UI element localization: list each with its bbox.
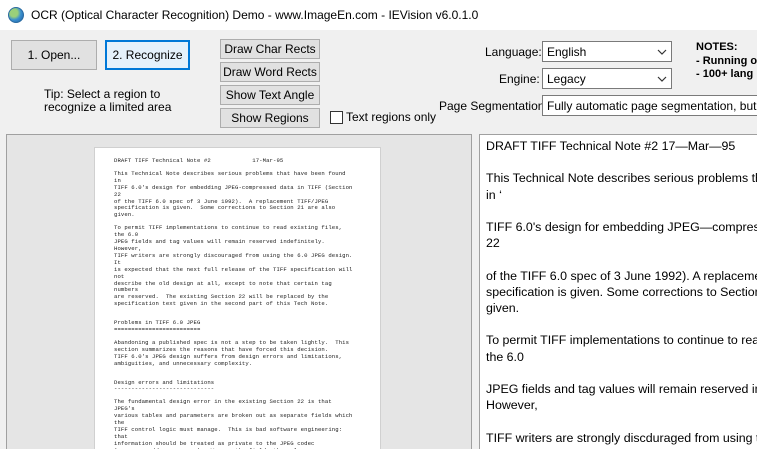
ocr-blank-line bbox=[486, 203, 757, 219]
engine-label: Engine: bbox=[499, 72, 540, 86]
show-regions-button[interactable]: Show Regions bbox=[220, 108, 320, 128]
checkbox-box[interactable] bbox=[330, 110, 343, 124]
ocr-result-text[interactable]: DRAFT TIFF Technical Note #2 17—Mar—95 Th… bbox=[479, 134, 757, 449]
ocr-blank-line bbox=[486, 316, 757, 332]
notes-line: - 100+ lang bbox=[696, 68, 754, 80]
document-line: TIFF 6.0's JPEG design suffers from desi… bbox=[114, 353, 343, 360]
document-line: ========================= bbox=[114, 327, 201, 334]
open-button[interactable]: 1. Open... bbox=[11, 40, 97, 70]
language-value: English bbox=[547, 44, 587, 59]
draw-char-rects-button[interactable]: Draw Char Rects bbox=[220, 39, 320, 59]
ocr-line: 22 bbox=[486, 236, 500, 251]
document-line: ----------------------------- bbox=[114, 386, 215, 393]
document-line: section summarizes the reasons that have… bbox=[114, 346, 329, 353]
ocr-line: TIFF 6.0's design for embedding JPEG—com… bbox=[486, 219, 757, 234]
title-bar: OCR (Optical Character Recognition) Demo… bbox=[0, 0, 757, 30]
ocr-blank-line bbox=[486, 154, 757, 170]
document-line: the bbox=[114, 420, 125, 427]
document-line: given. bbox=[114, 212, 135, 219]
globe-app-icon bbox=[8, 7, 24, 23]
ocr-line: the 6.0 bbox=[486, 349, 524, 364]
page-segmentation-value: Fully automatic page segmentation, but n… bbox=[547, 98, 757, 113]
engine-select[interactable]: Legacy bbox=[542, 68, 672, 89]
show-text-angle-button[interactable]: Show Text Angle bbox=[220, 85, 320, 105]
text-regions-only-checkbox[interactable]: Text regions only bbox=[330, 110, 436, 124]
ocr-blank-line bbox=[486, 413, 757, 429]
ocr-line: in ‘ bbox=[486, 187, 502, 202]
document-line: Problems in TIFF 6.0 JPEG bbox=[114, 320, 201, 327]
page-segmentation-label: Page Segmentation: bbox=[439, 99, 548, 113]
ocr-line: This Technical Note describes serious pr… bbox=[486, 171, 757, 186]
ocr-line: JPEG fields and tag values will remain r… bbox=[486, 381, 757, 396]
document-line: ambiguities, and unnecessary complexity. bbox=[114, 360, 253, 367]
document-line: DRAFT TIFF Technical Note #2 17-Mar-95 bbox=[114, 158, 284, 164]
language-label: Language: bbox=[485, 45, 542, 59]
tip-text: Tip: Select a region to recognize a limi… bbox=[44, 87, 172, 114]
chevron-down-icon bbox=[656, 73, 668, 85]
notes-heading: NOTES: bbox=[696, 41, 738, 53]
page-segmentation-select[interactable]: Fully automatic page segmentation, but n… bbox=[542, 95, 757, 116]
document-line: JPEG's bbox=[114, 406, 135, 413]
document-line: not bbox=[114, 273, 125, 280]
ocr-line: However, bbox=[486, 398, 538, 413]
recognize-button[interactable]: 2. Recognize bbox=[105, 40, 190, 70]
chevron-down-icon bbox=[656, 46, 668, 58]
ocr-line: TIFF writers are strongly discduraged fr… bbox=[486, 430, 757, 445]
document-line: specification is given. Some corrections… bbox=[114, 205, 336, 212]
document-line: Design errors and limitations bbox=[114, 379, 215, 386]
document-line: The fundamental design error in the exis… bbox=[114, 399, 332, 406]
document-line: that bbox=[114, 433, 128, 440]
document-line: information should be treated as private… bbox=[114, 440, 315, 447]
ocr-blank-line bbox=[486, 365, 757, 381]
engine-value: Legacy bbox=[547, 71, 586, 86]
document-line: To permit TIFF implementations to contin… bbox=[114, 225, 343, 232]
draw-word-rects-button[interactable]: Draw Word Rects bbox=[220, 62, 320, 82]
document-line: are reserved. The existing Section 22 wi… bbox=[114, 294, 329, 301]
ocr-line: DRAFT TIFF Technical Note #2 17—Mar—95 bbox=[486, 139, 736, 153]
ocr-line: given. bbox=[486, 300, 520, 315]
document-line: TIFF control logic must manage. This is … bbox=[114, 427, 343, 433]
document-line: describe the old design at all, except t… bbox=[114, 280, 332, 287]
document-line: It bbox=[114, 259, 121, 266]
ocr-blank-line bbox=[486, 251, 757, 267]
image-viewer[interactable]: DRAFT TIFF Technical Note #2 17-Mar-95 Th… bbox=[6, 134, 472, 449]
document-line: of the TIFF 6.0 spec of 3 June 1992). A … bbox=[114, 198, 329, 205]
document-line: TIFF 6.0's design for embedding JPEG-com… bbox=[114, 184, 353, 191]
document-line: TIFF writers are strongly discouraged fr… bbox=[114, 252, 353, 259]
document-line: This Technical Note describes serious pr… bbox=[114, 170, 346, 177]
document-line: numbers bbox=[114, 287, 139, 294]
document-line: is expected that the next full release o… bbox=[114, 266, 353, 273]
document-line: JPEG fields and tag values will remain r… bbox=[114, 239, 325, 246]
notes-panel: NOTES: - Running o - 100+ lang bbox=[696, 41, 757, 82]
ocr-line: To permit TIFF implementations to contin… bbox=[486, 333, 757, 348]
ocr-line: of the TIFF 6.0 spec of 3 June 1992). A … bbox=[486, 268, 757, 283]
document-line: 22 bbox=[114, 191, 121, 198]
scanned-document-page: DRAFT TIFF Technical Note #2 17-Mar-95 Th… bbox=[95, 148, 380, 449]
window-title: OCR (Optical Character Recognition) Demo… bbox=[31, 8, 479, 22]
ocr-line: specification is given. Some corrections… bbox=[486, 284, 757, 299]
text-regions-only-label: Text regions only bbox=[346, 110, 437, 124]
document-line: Abandoning a published spec is not a ste… bbox=[114, 339, 350, 346]
language-select[interactable]: English bbox=[542, 41, 672, 62]
document-line: specification text given in the second p… bbox=[114, 301, 329, 308]
document-line: in bbox=[114, 177, 121, 184]
document-line: various tables and parameters are broken… bbox=[114, 413, 353, 420]
notes-line: - Running o bbox=[696, 54, 757, 67]
document-line: the 6.0 bbox=[114, 232, 139, 239]
document-line: However, bbox=[114, 245, 142, 252]
